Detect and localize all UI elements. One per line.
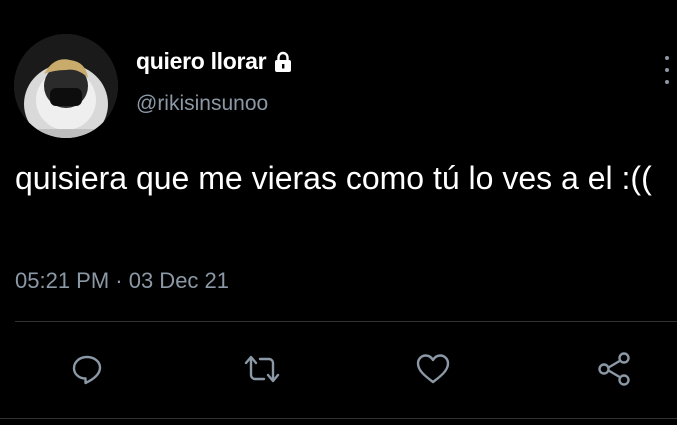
- retweet-button[interactable]: [242, 349, 282, 389]
- heart-icon: [416, 354, 450, 384]
- profile-photo: [14, 34, 118, 138]
- user-handle[interactable]: @rikisinsunoo: [136, 92, 268, 116]
- tweet-timestamp[interactable]: 05:21 PM · 03 Dec 21: [15, 268, 229, 294]
- more-options-icon[interactable]: [663, 56, 671, 84]
- display-name-text: quiero llorar: [136, 48, 267, 74]
- avatar[interactable]: [14, 34, 118, 138]
- reply-icon: [72, 355, 102, 385]
- divider: [15, 321, 677, 322]
- display-name[interactable]: quiero llorar: [136, 48, 294, 75]
- share-icon: [598, 352, 630, 386]
- divider: [0, 418, 677, 419]
- retweet-icon: [244, 355, 280, 383]
- share-button[interactable]: [594, 349, 634, 389]
- like-button[interactable]: [413, 349, 453, 389]
- lock-icon: [272, 51, 294, 73]
- reply-button[interactable]: [67, 349, 107, 389]
- tweet-text: quisiera que me vieras como tú lo ves a …: [15, 160, 652, 196]
